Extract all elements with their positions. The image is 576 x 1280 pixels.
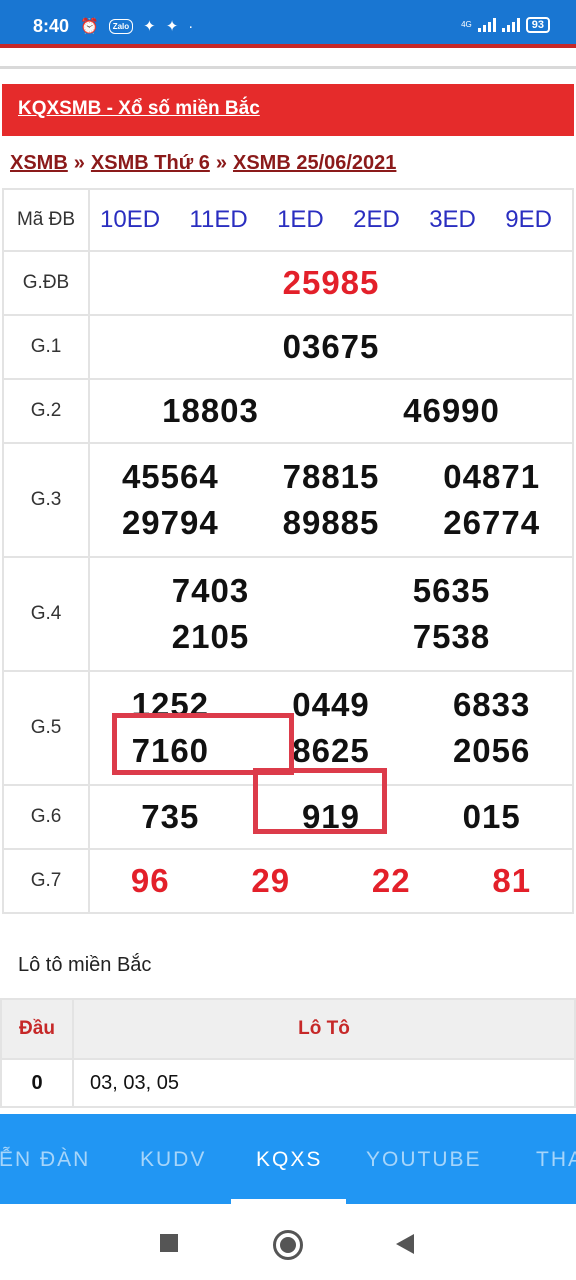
highlight-box [112,713,294,775]
signal-icon [501,18,520,32]
row-label: G.4 [2,556,90,672]
row-label: G.1 [2,314,90,380]
row-ma-db: Mã ĐB 10ED 11ED 1ED 2ED 3ED 9ED [2,188,574,252]
breadcrumb-separator: » [215,152,227,174]
row-label: G.7 [2,848,90,914]
bottom-tab-bar: DIỄN ĐÀN KUDV KQXS YOUTUBE THA [0,1114,576,1204]
ma-db-codes: 10ED 11ED 1ED 2ED 3ED 9ED [88,188,574,252]
ma-code: 3ED [429,206,476,233]
prize-number: 2105 [171,618,250,655]
prize-number: 29794 [121,504,219,541]
prize-number: 45564 [121,458,219,495]
prize-number: 29 [251,862,291,899]
loto-table: Đầu Lô Tô 0 03, 03, 05 [0,998,576,1108]
alarm-icon: ⏰ [80,18,99,35]
row-label: G.6 [2,784,90,850]
clock: 8:40 [33,16,70,36]
recents-icon[interactable] [160,1234,178,1252]
row-label: G.ĐB [2,250,90,316]
system-navigation-bar [0,1204,576,1280]
home-icon[interactable] [273,1230,303,1260]
row-label: Mã ĐB [2,188,90,252]
app-icon: ✦ [143,18,156,35]
prize-number: 78815 [282,458,380,495]
loto-section-title: Lô tô miền Bắc [18,954,152,976]
loto-header-row: Đầu Lô Tô [0,998,576,1060]
prize-number: 04871 [443,458,541,495]
prize-number: 26774 [443,504,541,541]
highlight-box [253,768,387,834]
row-g2: G.2 18803 46990 [2,378,574,444]
prize-number: 89885 [282,504,380,541]
row-g4: G.4 7403 5635 2105 7538 [2,556,574,672]
prize-number: 735 [141,798,200,835]
col-dau: Đầu [0,998,74,1060]
breadcrumb-separator: » [73,152,85,174]
prize-number: 7403 [171,572,250,609]
tab-kqxs[interactable]: KQXS [256,1148,322,1172]
prize-number: 25985 [282,264,380,301]
prize-number: 5635 [412,572,491,609]
row-g3: G.3 45564 78815 04871 29794 89885 26774 [2,442,574,558]
row-g1: G.1 03675 [2,314,574,380]
signal-icon [477,18,496,32]
top-accent-line [0,44,576,48]
prize-number: 81 [492,862,532,899]
prize-number: 7538 [412,618,491,655]
prize-number: 015 [462,798,521,835]
tab-more[interactable]: THA [536,1148,576,1172]
system-indicators: 4G 93 [461,17,550,33]
battery-icon: 93 [525,17,550,33]
ma-code: 10ED [100,206,161,233]
zalo-icon: Zalo [108,18,134,34]
more-dot-icon: · [188,17,194,35]
breadcrumb: XSMB» XSMB Thứ 6» XSMB 25/06/2021 [10,152,396,175]
breadcrumb-xsmb[interactable]: XSMB [10,152,68,174]
back-icon[interactable] [396,1234,414,1254]
prize-number: 22 [371,862,411,899]
loto-values: 03, 03, 05 [72,1058,576,1108]
breadcrumb-xsmb-thu6[interactable]: XSMB Thứ 6 [91,152,210,174]
prize-number: 18803 [162,392,259,429]
status-bar: 8:40 ⏰ Zalo ✦ ✦ · 4G 93 [0,0,576,44]
table-row: 0 03, 03, 05 [0,1058,576,1108]
tab-dien-dan[interactable]: DIỄN ĐÀN [0,1148,90,1172]
section-header: KQXSMB - Xổ số miền Bắc [2,84,574,136]
dau-cell: 0 [0,1058,74,1108]
page-title-link[interactable]: KQXSMB - Xổ số miền Bắc [18,98,260,120]
breadcrumb-date[interactable]: XSMB 25/06/2021 [233,152,396,174]
row-label: G.3 [2,442,90,558]
row-label: G.2 [2,378,90,444]
row-label: G.5 [2,670,90,786]
ma-code: 9ED [505,206,552,233]
prize-number: 46990 [403,392,500,429]
row-gdb: G.ĐB 25985 [2,250,574,316]
app-icon: ✦ [165,18,179,35]
tab-youtube[interactable]: YOUTUBE [366,1148,482,1172]
prize-number: 2056 [452,732,531,769]
tab-kudv[interactable]: KUDV [140,1148,206,1172]
col-loto: Lô Tô [72,998,576,1060]
ma-code: 1ED [277,206,324,233]
row-g7: G.7 96 29 22 81 [2,848,574,914]
notification-icons: ⏰ Zalo ✦ ✦ · [80,16,193,36]
divider [0,66,576,69]
ma-code: 11ED [189,206,248,233]
ma-code: 2ED [353,206,400,233]
network-type: 4G [461,20,472,29]
prize-number: 6833 [452,686,531,723]
prize-number: 03675 [282,328,380,365]
prize-number: 96 [130,862,170,899]
